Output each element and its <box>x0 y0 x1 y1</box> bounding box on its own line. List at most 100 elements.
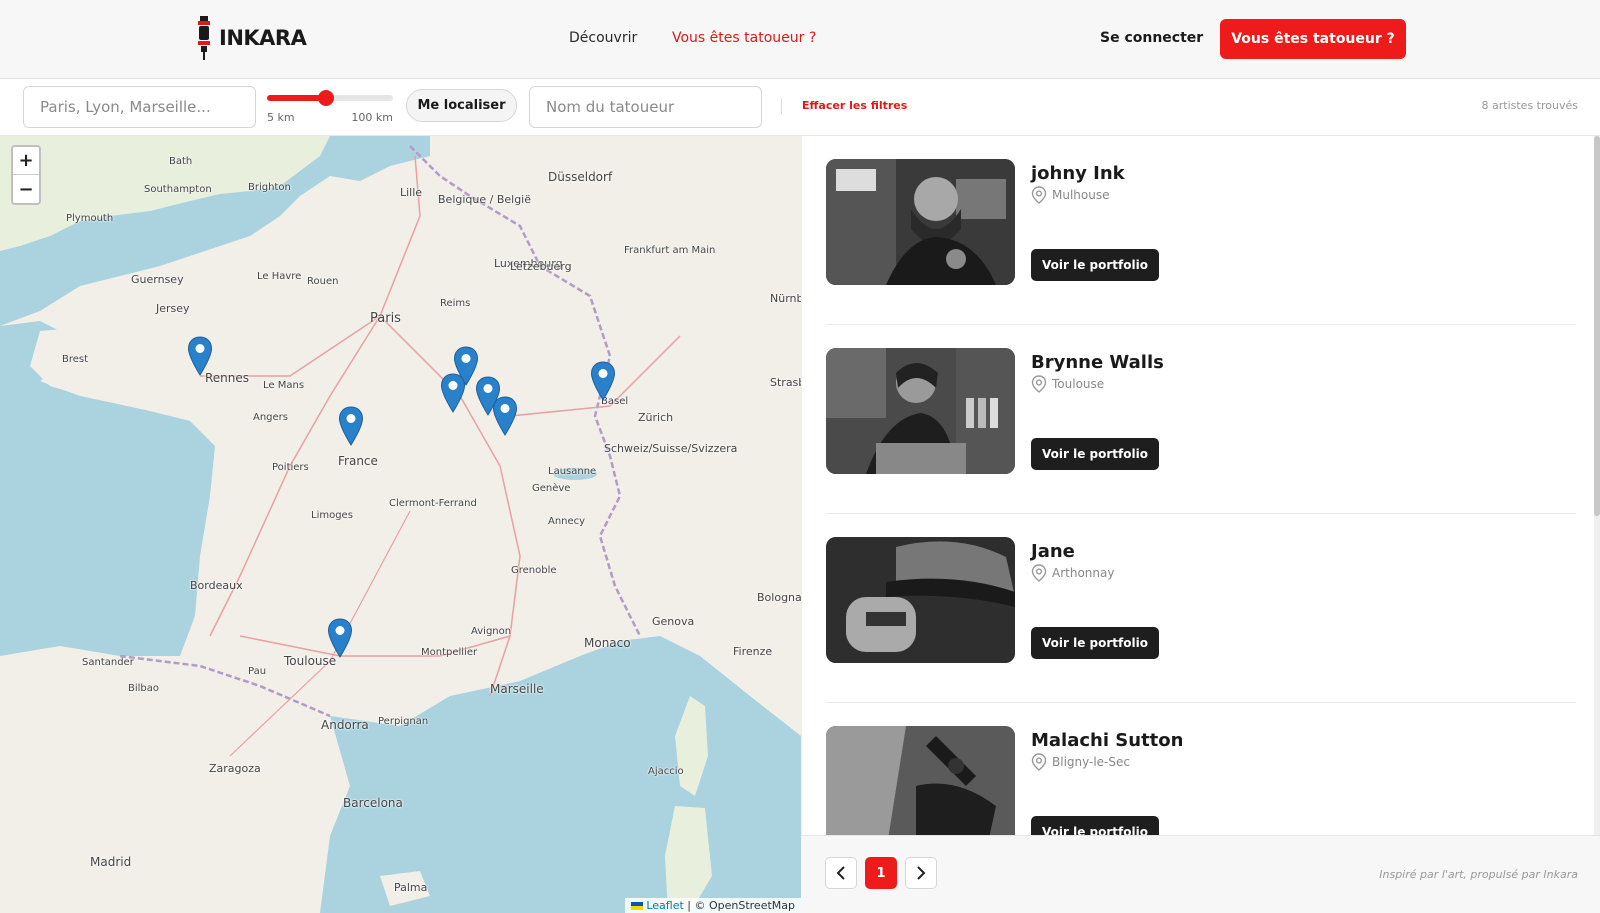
zoom-control: + − <box>11 145 41 205</box>
artist-photo[interactable] <box>826 726 1015 835</box>
map-label: Angers <box>253 412 288 423</box>
map-label: Bath <box>169 156 193 167</box>
map-label: Brighton <box>248 182 291 193</box>
view-portfolio-button[interactable]: Voir le portfolio <box>1031 249 1159 281</box>
nav-tattooist-link[interactable]: Vous êtes tatoueur ? <box>672 30 816 46</box>
map-label: Paris <box>370 311 401 326</box>
map-marker-icon[interactable] <box>327 618 353 658</box>
previous-page-button[interactable] <box>825 857 857 889</box>
artist-name[interactable]: johny Ink <box>1031 163 1125 184</box>
map-label: Pau <box>248 666 267 677</box>
osm-attribution: | © OpenStreetMap <box>687 899 795 912</box>
artist-location: Toulouse <box>1031 375 1104 393</box>
location-pin-icon <box>1031 375 1047 393</box>
results-count: 8 artistes trouvés <box>1481 99 1578 112</box>
artist-card: Jane Arthonnay Voir le portfolio <box>826 514 1576 703</box>
top-header: INKARA Découvrir Vous êtes tatoueur ? Se… <box>0 0 1600 79</box>
map-label: Frankfurt am Main <box>624 245 716 256</box>
artist-photo[interactable] <box>826 537 1015 663</box>
zoom-out-button[interactable]: − <box>13 175 39 203</box>
map-marker-icon[interactable] <box>440 373 466 413</box>
artist-city: Toulouse <box>1052 377 1105 391</box>
map-label: Barcelona <box>343 796 403 810</box>
leaflet-link[interactable]: Leaflet <box>646 899 683 912</box>
map-label: Avignon <box>471 626 512 637</box>
map-label: Nürnberg <box>770 292 801 305</box>
map-label: Santander <box>82 657 134 668</box>
slider-max-label: 100 km <box>351 111 393 124</box>
tattooist-name-input[interactable] <box>529 86 762 128</box>
tattoo-machine-icon <box>198 16 210 60</box>
map-label: Strasbourg <box>770 376 801 389</box>
results-list[interactable]: johny Ink Mulhouse Voir le portfolio Bry… <box>801 136 1600 835</box>
artist-card: johny Ink Mulhouse Voir le portfolio <box>826 136 1576 325</box>
pagination-bar: 1 Inspiré par l'art, propulsé par Inkara <box>801 835 1600 913</box>
locate-me-button[interactable]: Me localiser <box>406 89 517 122</box>
map-label: Limoges <box>311 510 353 521</box>
artist-card: Brynne Walls Toulouse Voir le portfolio <box>826 325 1576 514</box>
map-label: Zürich <box>638 411 674 424</box>
map-label: Düsseldorf <box>548 170 613 184</box>
artist-name[interactable]: Brynne Walls <box>1031 352 1164 373</box>
map-marker-icon[interactable] <box>492 396 518 436</box>
city-search-input[interactable] <box>23 86 256 128</box>
slider-thumb[interactable] <box>318 90 335 106</box>
map[interactable]: Paris Rennes Brest Le Mans Angers France Poiti… <box>0 136 801 913</box>
map-label: Montpellier <box>421 647 478 658</box>
map-marker-icon[interactable] <box>338 406 364 446</box>
artist-city: Mulhouse <box>1052 188 1110 202</box>
artist-location: Mulhouse <box>1031 186 1109 204</box>
map-marker-icon[interactable] <box>187 336 213 376</box>
nav-discover-link[interactable]: Découvrir <box>569 30 637 46</box>
ukraine-flag-icon <box>630 902 643 910</box>
artist-photo[interactable] <box>826 348 1015 474</box>
view-portfolio-button[interactable]: Voir le portfolio <box>1031 816 1159 835</box>
map-label: Palma <box>394 881 428 894</box>
map-label: Belgique / België <box>438 193 532 206</box>
chevron-left-icon <box>836 866 845 880</box>
logo[interactable]: INKARA <box>195 16 307 60</box>
clear-filters-link[interactable]: Effacer les filtres <box>802 99 907 112</box>
slider-min-label: 5 km <box>267 111 295 124</box>
scrollbar-thumb[interactable] <box>1594 136 1600 516</box>
map-label: Southampton <box>144 184 212 195</box>
map-label: Poitiers <box>272 462 309 473</box>
page-1-button[interactable]: 1 <box>865 857 897 889</box>
view-portfolio-button[interactable]: Voir le portfolio <box>1031 627 1159 659</box>
location-pin-icon <box>1031 186 1047 204</box>
map-label: Bilbao <box>128 683 160 694</box>
map-label: Schweiz/Suisse/Svizzera <box>604 442 738 455</box>
artist-city: Bligny-le-Sec <box>1052 755 1130 769</box>
map-label: Monaco <box>584 636 631 650</box>
artist-location: Arthonnay <box>1031 564 1114 582</box>
map-attribution: Leaflet | © OpenStreetMap <box>624 898 801 913</box>
map-marker-icon[interactable] <box>590 361 616 401</box>
artist-location: Bligny-le-Sec <box>1031 753 1130 771</box>
map-label: Annecy <box>548 516 586 527</box>
map-label: Lille <box>400 186 423 199</box>
map-label: Lausanne <box>548 466 597 477</box>
view-portfolio-button[interactable]: Voir le portfolio <box>1031 438 1159 470</box>
login-link[interactable]: Se connecter <box>1100 30 1203 46</box>
logo-text: INKARA <box>219 26 307 50</box>
map-label: Genova <box>652 615 695 628</box>
map-label: Zaragoza <box>209 762 261 775</box>
map-label: Le Mans <box>263 380 305 391</box>
map-label: Perpignan <box>378 716 429 727</box>
map-label: Brest <box>62 354 89 365</box>
map-label: Firenze <box>733 645 773 658</box>
results-scrollbar[interactable] <box>1594 136 1600 835</box>
map-label: France <box>338 454 378 468</box>
next-page-button[interactable] <box>905 857 937 889</box>
map-label: Le Havre <box>257 271 302 282</box>
artist-name[interactable]: Malachi Sutton <box>1031 730 1183 751</box>
map-label: Andorra <box>321 718 369 732</box>
artist-name[interactable]: Jane <box>1031 541 1075 562</box>
map-label: Reims <box>440 298 471 309</box>
map-label: Letzebuerg <box>510 260 572 273</box>
tattooist-cta-button[interactable]: Vous êtes tatoueur ? <box>1220 19 1406 59</box>
map-label: Guernsey <box>131 273 184 286</box>
artist-photo[interactable] <box>826 159 1015 285</box>
zoom-in-button[interactable]: + <box>13 147 39 175</box>
map-label: Ajaccio <box>648 766 684 777</box>
